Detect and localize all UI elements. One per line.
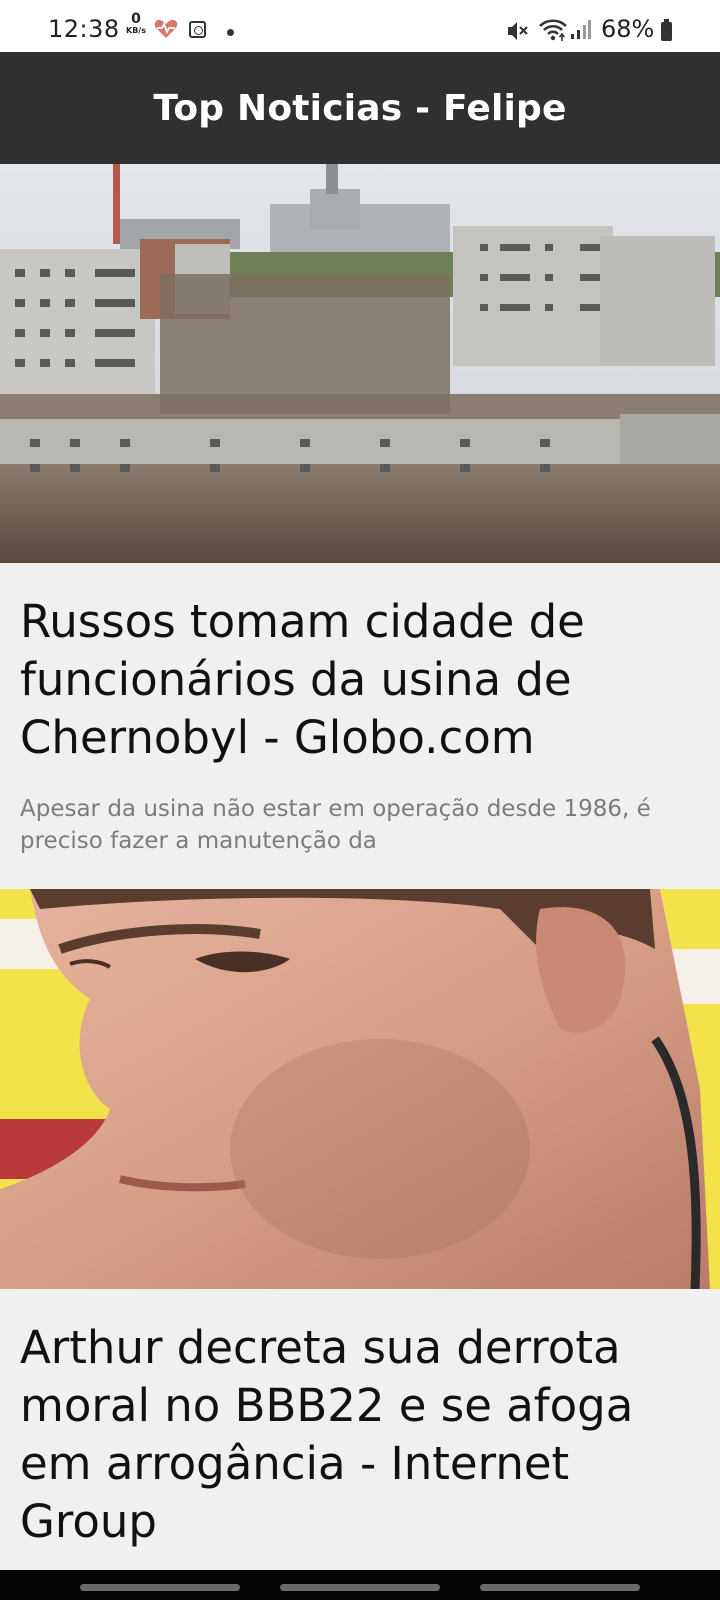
app-bar: Top Noticias - Felipe xyxy=(0,52,720,164)
heart-monitor-icon xyxy=(154,19,178,43)
app-title: Top Noticias - Felipe xyxy=(153,87,567,129)
signal-icon xyxy=(570,20,592,44)
mute-icon xyxy=(506,20,530,46)
notification-dot-icon xyxy=(227,29,234,36)
nav-back-button[interactable] xyxy=(480,1584,640,1591)
network-speed: 0 KB/s xyxy=(122,11,150,36)
article-headline[interactable]: Arthur decreta sua derrota moral no BBB2… xyxy=(0,1319,720,1551)
app-clock-icon xyxy=(189,21,206,38)
system-nav-bar xyxy=(0,1570,720,1600)
article-summary: Apesar da usina não estar em operação de… xyxy=(20,796,651,854)
wifi-icon xyxy=(538,18,568,46)
news-card[interactable]: Russos tomam cidade de funcionários da u… xyxy=(0,164,720,889)
article-image xyxy=(0,889,720,1289)
nav-home-button[interactable] xyxy=(280,1584,440,1591)
battery-percentage: 68% xyxy=(601,15,655,43)
network-speed-unit: KB/s xyxy=(126,26,146,35)
article-image xyxy=(0,164,720,563)
news-card[interactable]: Arthur decreta sua derrota moral no BBB2… xyxy=(0,889,720,1570)
status-time: 12:38 xyxy=(48,15,120,43)
network-speed-value: 0 xyxy=(131,11,141,27)
battery-icon xyxy=(661,19,672,41)
status-bar: 12:38 0 KB/s 68% xyxy=(0,0,720,52)
article-headline[interactable]: Russos tomam cidade de funcionários da u… xyxy=(0,593,720,767)
nav-recents-button[interactable] xyxy=(80,1584,240,1591)
